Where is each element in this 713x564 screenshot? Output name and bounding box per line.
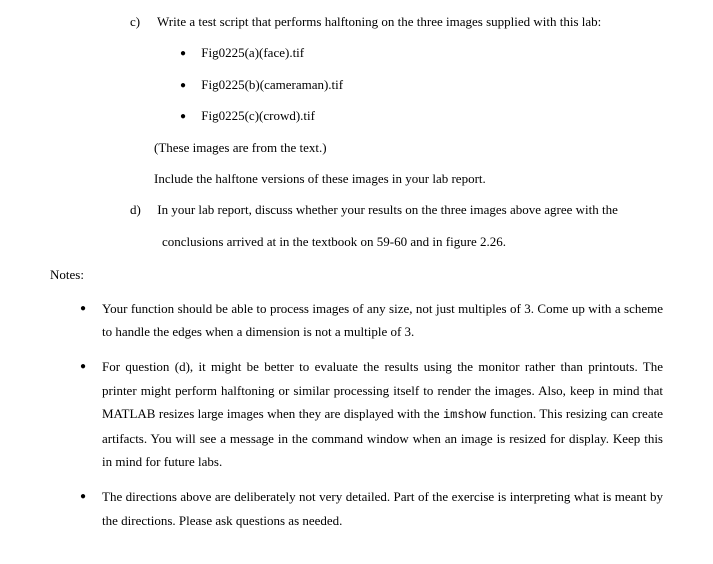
file-name: Fig0225(b)(cameraman).tif	[201, 77, 343, 92]
item-d-text-line2: conclusions arrived at in the textbook o…	[162, 230, 663, 253]
list-item-d: d) In your lab report, discuss whether y…	[130, 198, 663, 221]
item-c-text: Write a test script that performs halfto…	[157, 14, 601, 29]
list-item-c: c) Write a test script that performs hal…	[130, 10, 663, 33]
item-d-letter: d)	[130, 198, 154, 221]
bullet-icon: ●	[180, 45, 198, 63]
note-text: Your function should be able to process …	[102, 297, 663, 344]
note-item: ● For question (d), it might be better t…	[80, 355, 663, 473]
note-text: The directions above are deliberately no…	[102, 485, 663, 532]
bullet-icon: ●	[80, 485, 102, 532]
notes-heading: Notes:	[50, 263, 663, 286]
note-item: ● The directions above are deliberately …	[80, 485, 663, 532]
item-d-text-line1: In your lab report, discuss whether your…	[157, 202, 618, 217]
file-item: ● Fig0225(c)(crowd).tif	[180, 104, 663, 127]
file-item: ● Fig0225(b)(cameraman).tif	[180, 73, 663, 96]
note-text: For question (d), it might be better to …	[102, 355, 663, 473]
note-item: ● Your function should be able to proces…	[80, 297, 663, 344]
file-list: ● Fig0225(a)(face).tif ● Fig0225(b)(came…	[180, 41, 663, 127]
file-name: Fig0225(a)(face).tif	[201, 45, 304, 60]
source-note: (These images are from the text.)	[154, 136, 663, 159]
bullet-icon: ●	[180, 77, 198, 95]
bullet-icon: ●	[80, 297, 102, 344]
bullet-icon: ●	[80, 355, 102, 473]
include-note: Include the halftone versions of these i…	[154, 167, 663, 190]
function-name: imshow	[443, 408, 486, 422]
file-name: Fig0225(c)(crowd).tif	[201, 108, 315, 123]
file-item: ● Fig0225(a)(face).tif	[180, 41, 663, 64]
bullet-icon: ●	[180, 108, 198, 126]
item-c-letter: c)	[130, 10, 154, 33]
document-page: c) Write a test script that performs hal…	[0, 0, 713, 564]
